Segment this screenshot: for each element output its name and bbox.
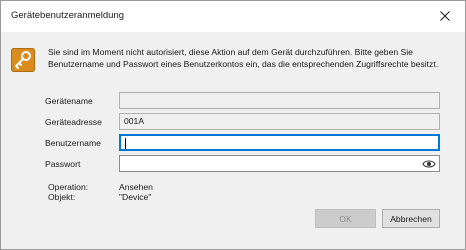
dialog-body: Sie sind im Moment nicht autorisiert, di… <box>1 32 465 249</box>
passwort-input[interactable] <box>119 155 440 172</box>
auth-message: Sie sind im Moment nicht autorisiert, di… <box>48 47 439 69</box>
operation-label: Operation: <box>48 182 89 192</box>
geraetename-label: Gerätename <box>45 96 93 106</box>
passwort-label: Passwort <box>45 159 81 169</box>
close-icon <box>440 11 450 21</box>
objekt-value: "Device" <box>119 192 152 202</box>
key-icon <box>11 48 35 72</box>
geraetename-field <box>119 92 440 109</box>
ok-button[interactable]: OK <box>315 209 376 228</box>
text-caret <box>125 138 126 149</box>
close-button[interactable] <box>425 1 465 31</box>
geraeteadresse-field: 001A <box>119 113 440 130</box>
benutzername-label: Benutzername <box>45 138 101 148</box>
benutzername-input[interactable] <box>119 134 440 151</box>
dialog-title: Gerätebenutzeranmeldung <box>11 10 125 21</box>
title-bar: Gerätebenutzeranmeldung <box>1 1 465 31</box>
eye-icon[interactable] <box>422 158 436 170</box>
objekt-label: Objekt: <box>48 192 76 202</box>
operation-value: Ansehen <box>119 182 153 192</box>
cancel-button[interactable]: Abbrechen <box>382 209 440 228</box>
login-dialog: Gerätebenutzeranmeldung Sie sind im Mome… <box>0 0 466 250</box>
geraeteadresse-label: Geräteadresse <box>45 117 102 127</box>
